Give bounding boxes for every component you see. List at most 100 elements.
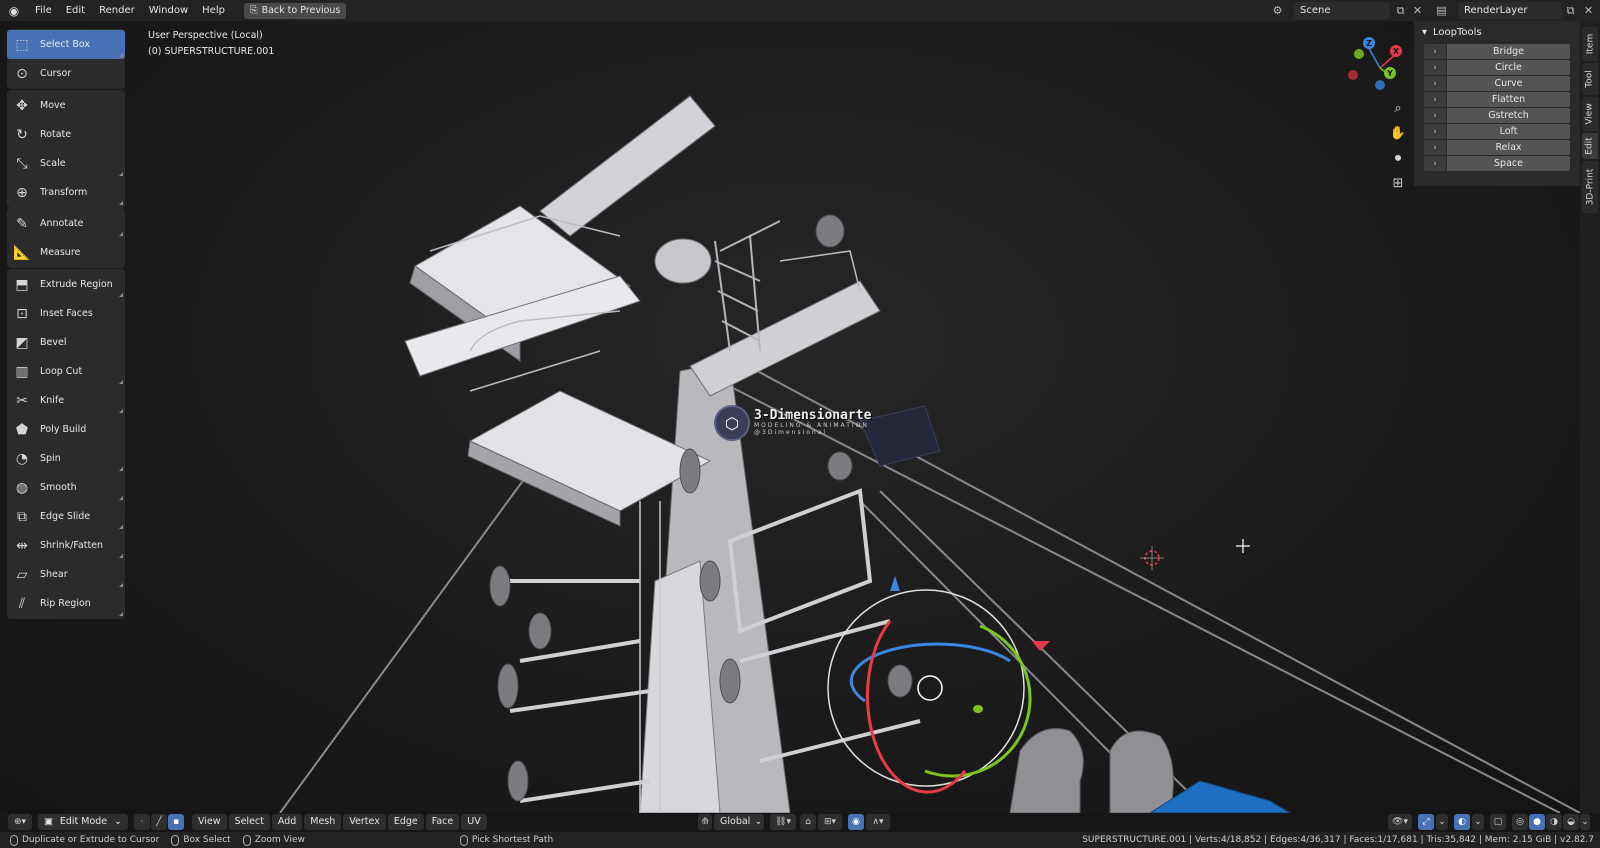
looptools-header[interactable]: ▾ LoopTools [1414, 21, 1580, 43]
orientation-dropdown[interactable]: Global ⌄ [714, 813, 764, 830]
blender-icon[interactable]: ◉ [0, 0, 28, 21]
new-scene-icon[interactable]: ⧉ [1393, 3, 1408, 18]
tool-poly-build[interactable]: ⬟ Poly Build [7, 415, 125, 444]
tool-shear[interactable]: ▱ Shear [7, 560, 125, 589]
edge-select-icon[interactable]: ╱ [151, 813, 167, 830]
proportional-edit-icon[interactable]: ◉ [848, 813, 864, 830]
tool-scale[interactable]: ⤡ Scale [7, 149, 125, 178]
tool-spin[interactable]: ◔ Spin [7, 444, 125, 473]
visibility-icon[interactable]: 👁▾ [1388, 813, 1412, 830]
chevron-down-icon[interactable]: ⌄ [1580, 813, 1590, 830]
tool-rotate[interactable]: ↻ Rotate [7, 120, 125, 149]
chevron-right-icon[interactable]: › [1424, 92, 1446, 107]
3d-viewport[interactable]: X Z Y User Perspective (Local) (0) SUPER… [0, 21, 1600, 813]
delete-layer-icon[interactable]: ✕ [1581, 3, 1596, 18]
menu-window[interactable]: Window [142, 0, 195, 21]
grid-view-icon[interactable]: ⊞ [1388, 173, 1408, 193]
looptools-loft-button[interactable]: Loft [1447, 124, 1570, 139]
overlay-toggle-icon[interactable]: ◐ [1454, 813, 1470, 830]
looptools-curve-button[interactable]: Curve [1447, 76, 1570, 91]
looptools-relax-button[interactable]: Relax [1447, 140, 1570, 155]
snap-icon[interactable]: ⌂ [800, 813, 816, 830]
solid-shading-icon[interactable]: ● [1529, 813, 1545, 830]
tab-label: View [1585, 103, 1596, 125]
chevron-down-icon[interactable]: ⌄ [1436, 813, 1448, 830]
looptools-flatten-button[interactable]: Flatten [1447, 92, 1570, 107]
menu-view[interactable]: View [192, 813, 227, 830]
tool-annotate[interactable]: ✎ Annotate [7, 209, 125, 238]
menu-mesh[interactable]: Mesh [304, 813, 342, 830]
tool-measure[interactable]: 📐 Measure [7, 238, 125, 267]
chevron-right-icon[interactable]: › [1424, 124, 1446, 139]
menu-file[interactable]: File [28, 0, 59, 21]
looptools-space-button[interactable]: Space [1447, 156, 1570, 171]
vertex-select-icon[interactable]: · [134, 813, 150, 830]
camera-icon[interactable]: ⏺ [1388, 148, 1408, 168]
gizmo-toggle-icon[interactable]: ⤢ [1418, 813, 1434, 830]
face-select-icon[interactable]: ▪ [168, 813, 184, 830]
tool-move[interactable]: ✥ Move [7, 91, 125, 120]
tab-tool[interactable]: Tool [1582, 63, 1598, 95]
render-layer-field[interactable]: RenderLayer [1458, 2, 1562, 19]
chevron-down-icon[interactable]: ⌄ [1472, 813, 1484, 830]
looptools-bridge-button[interactable]: Bridge [1447, 44, 1570, 59]
wireframe-shading-icon[interactable]: ◎ [1512, 813, 1528, 830]
material-shading-icon[interactable]: ◑ [1546, 813, 1562, 830]
tool-cursor[interactable]: ⊙ Cursor [7, 59, 125, 88]
menu-render[interactable]: Render [92, 0, 142, 21]
tab-edit[interactable]: Edit [1582, 133, 1598, 159]
tool-label: Extrude Region [40, 279, 113, 290]
chevron-right-icon[interactable]: › [1424, 60, 1446, 75]
menu-add[interactable]: Add [271, 813, 303, 830]
tool-rip-region[interactable]: ⫽ Rip Region [7, 589, 125, 618]
axis-gizmo[interactable]: X Z Y [1348, 37, 1402, 90]
smooth-icon: ◍ [15, 479, 29, 496]
chevron-right-icon[interactable]: › [1424, 156, 1446, 171]
delete-scene-icon[interactable]: ✕ [1410, 3, 1425, 18]
looptools-circle-button[interactable]: Circle [1447, 60, 1570, 75]
scene-field[interactable]: Scene [1294, 2, 1390, 19]
chevron-right-icon[interactable]: › [1424, 76, 1446, 91]
tool-loop-cut[interactable]: ▥ Loop Cut [7, 357, 125, 386]
tool-inset-faces[interactable]: ⊡ Inset Faces [7, 299, 125, 328]
chevron-right-icon[interactable]: › [1424, 108, 1446, 123]
menu-edge[interactable]: Edge [387, 813, 424, 830]
pan-hand-icon[interactable]: ✋ [1388, 123, 1408, 143]
rendered-shading-icon[interactable]: ◒ [1563, 813, 1579, 830]
back-to-previous-button[interactable]: ⎘ Back to Previous [243, 2, 347, 19]
looptools-gstretch-button[interactable]: Gstretch [1447, 108, 1570, 123]
xray-icon[interactable]: ▢ [1490, 813, 1506, 830]
tool-knife[interactable]: ✂ Knife [7, 386, 125, 415]
looptools-title: LoopTools [1433, 26, 1482, 38]
new-layer-icon[interactable]: ⧉ [1563, 3, 1578, 18]
tool-smooth[interactable]: ◍ Smooth [7, 473, 125, 502]
pivot-icon[interactable]: ⟰ [698, 813, 712, 830]
mode-dropdown[interactable]: ▣ Edit Mode ⌄ [38, 813, 128, 830]
menu-help[interactable]: Help [195, 0, 232, 21]
tool-select-box[interactable]: ⬚ Select Box [7, 30, 125, 59]
editor-type-icon[interactable]: ⊕▾ [8, 813, 32, 830]
tab-item[interactable]: Item [1582, 27, 1598, 61]
menu-select[interactable]: Select [228, 813, 270, 830]
transform-gizmo[interactable] [827, 576, 1050, 794]
tool-shrink-fatten[interactable]: ⇹ Shrink/Fatten [7, 531, 125, 560]
tool-edge-slide[interactable]: ⧉ Edge Slide [7, 502, 125, 531]
tool-transform[interactable]: ⊕ Transform [7, 178, 125, 207]
chevron-right-icon[interactable]: › [1424, 44, 1446, 59]
snap-element-icon[interactable]: ⊞▾ [818, 813, 842, 830]
scene-icon[interactable]: ⚙ [1270, 3, 1285, 18]
menu-vertex[interactable]: Vertex [343, 813, 386, 830]
falloff-icon[interactable]: ∧▾ [866, 813, 890, 830]
snap-target-icon[interactable]: ⛓▾ [770, 813, 796, 830]
tool-extrude-region[interactable]: ⬒ Extrude Region [7, 270, 125, 299]
zoom-icon[interactable]: ⌕ [1388, 98, 1408, 118]
submenu-corner-icon [119, 232, 123, 236]
tab-view[interactable]: View [1582, 97, 1598, 131]
menu-uv[interactable]: UV [461, 813, 487, 830]
tool-bevel[interactable]: ◩ Bevel [7, 328, 125, 357]
menu-face[interactable]: Face [425, 813, 460, 830]
render-layer-icon[interactable]: ▤ [1434, 3, 1449, 18]
menu-edit[interactable]: Edit [59, 0, 92, 21]
chevron-right-icon[interactable]: › [1424, 140, 1446, 155]
tab-3d-print[interactable]: 3D-Print [1582, 161, 1598, 213]
